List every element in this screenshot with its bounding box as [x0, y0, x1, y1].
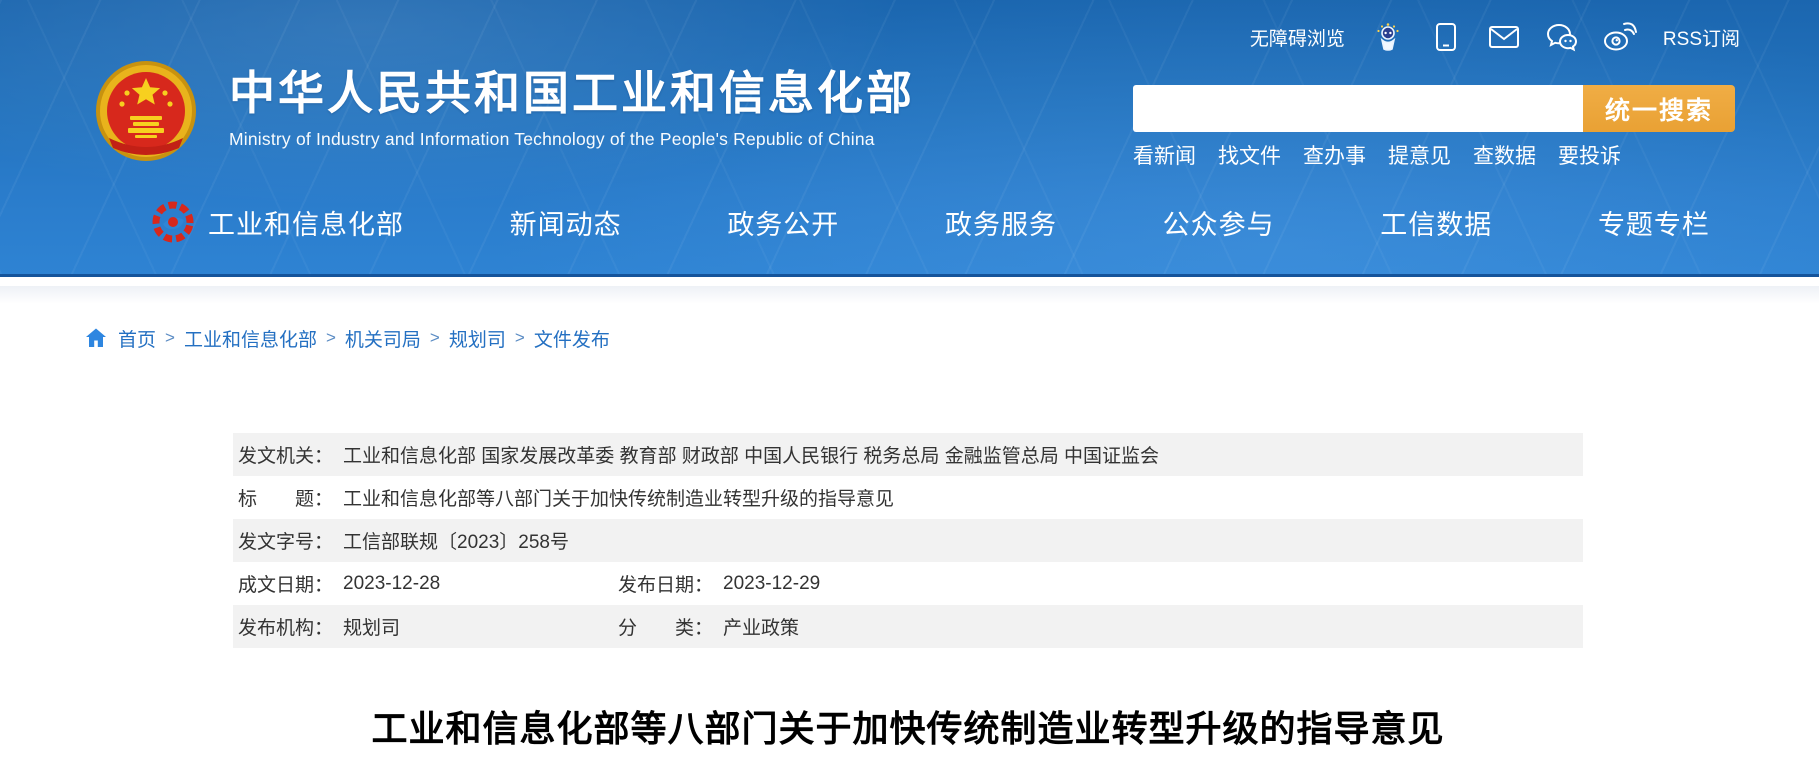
meta-label: 成文日期：: [238, 570, 333, 597]
nav-item-participation[interactable]: 公众参与: [1163, 203, 1275, 242]
breadcrumb-separator: >: [430, 328, 440, 348]
main-nav: 工业和信息化部 新闻动态 政务公开 政务服务 公众参与 工信数据 专题专栏: [0, 192, 1819, 252]
meta-value: 规划司: [343, 613, 400, 640]
breadcrumb-separator: >: [326, 328, 336, 348]
search-input[interactable]: [1133, 85, 1583, 132]
site-logo[interactable]: 中华人民共和国工业和信息化部 Ministry of Industry and …: [95, 60, 915, 162]
meta-label: 发布日期：: [618, 570, 713, 597]
breadcrumb-document-release[interactable]: 文件发布: [534, 325, 610, 352]
breadcrumb: 首页 > 工业和信息化部 > 机关司局 > 规划司 > 文件发布: [85, 318, 610, 358]
meta-value: 工信部联规〔2023〕258号: [343, 527, 569, 554]
mail-icon[interactable]: [1489, 22, 1519, 52]
quick-link-suggest[interactable]: 提意见: [1388, 140, 1451, 170]
meta-label: 发文字号：: [238, 527, 333, 554]
breadcrumb-separator: >: [165, 328, 175, 348]
accessibility-link[interactable]: 无障碍浏览: [1250, 24, 1345, 51]
document-meta-table: 发文机关： 工业和信息化部 国家发展改革委 教育部 财政部 中国人民银行 税务总…: [233, 433, 1583, 648]
nav-item-special[interactable]: 专题专栏: [1598, 203, 1710, 242]
nav-items: 工业和信息化部 新闻动态 政务公开 政务服务 公众参与 工信数据 专题专栏: [208, 203, 1710, 242]
search-button[interactable]: 统一搜索: [1583, 85, 1735, 132]
quick-link-news[interactable]: 看新闻: [1133, 140, 1196, 170]
meta-value: 工业和信息化部等八部门关于加快传统制造业转型升级的指导意见: [343, 484, 894, 511]
rss-link[interactable]: RSS订阅: [1663, 24, 1740, 51]
meta-col2: 发布日期： 2023-12-29: [618, 562, 820, 605]
meta-row-issuing-agencies: 发文机关： 工业和信息化部 国家发展改革委 教育部 财政部 中国人民银行 税务总…: [233, 433, 1583, 476]
breadcrumb-miit[interactable]: 工业和信息化部: [184, 325, 317, 352]
quick-link-complaint[interactable]: 要投诉: [1558, 140, 1621, 170]
meta-row-title: 标 题： 工业和信息化部等八部门关于加快传统制造业转型升级的指导意见: [233, 476, 1583, 519]
mobile-icon[interactable]: [1431, 22, 1461, 52]
nav-item-gov-info[interactable]: 政务公开: [727, 203, 839, 242]
nav-item-miit[interactable]: 工业和信息化部: [208, 203, 404, 242]
meta-row-publisher: 发布机构： 规划司 分 类： 产业政策: [233, 605, 1583, 648]
wechat-icon[interactable]: [1547, 22, 1577, 52]
miit-e-logo-icon: [150, 199, 196, 245]
meta-value: 产业政策: [723, 613, 799, 640]
quick-link-data[interactable]: 查数据: [1473, 140, 1536, 170]
meta-label: 标 题：: [238, 484, 333, 511]
article-title: 工业和信息化部等八部门关于加快传统制造业转型升级的指导意见: [233, 700, 1583, 752]
site-titles: 中华人民共和国工业和信息化部 Ministry of Industry and …: [229, 60, 915, 150]
site-header: 无障碍浏览: [0, 0, 1819, 277]
quick-link-files[interactable]: 找文件: [1218, 140, 1281, 170]
quick-link-services[interactable]: 查办事: [1303, 140, 1366, 170]
breadcrumb-planning-dept[interactable]: 规划司: [449, 325, 506, 352]
breadcrumb-home[interactable]: 首页: [118, 325, 156, 352]
utility-bar: 无障碍浏览: [1250, 18, 1740, 56]
meta-label: 发文机关：: [238, 441, 333, 468]
search-bar: 统一搜索: [1133, 85, 1735, 132]
meta-row-doc-number: 发文字号： 工信部联规〔2023〕258号: [233, 519, 1583, 562]
meta-label: 发布机构：: [238, 613, 333, 640]
page: 无障碍浏览: [0, 0, 1819, 774]
header-shadow: [0, 286, 1819, 304]
quick-links: 看新闻 找文件 查办事 提意见 查数据 要投诉: [1133, 140, 1735, 170]
site-title-cn: 中华人民共和国工业和信息化部: [229, 68, 915, 119]
meta-value: 2023-12-28: [343, 573, 440, 595]
nav-item-gov-services[interactable]: 政务服务: [945, 203, 1057, 242]
site-title-en: Ministry of Industry and Information Tec…: [229, 129, 915, 150]
robot-mascot-icon[interactable]: [1373, 22, 1403, 52]
weibo-icon[interactable]: [1605, 22, 1635, 52]
nav-item-news[interactable]: 新闻动态: [510, 203, 622, 242]
meta-value: 工业和信息化部 国家发展改革委 教育部 财政部 中国人民银行 税务总局 金融监管…: [343, 441, 1159, 468]
breadcrumb-departments[interactable]: 机关司局: [345, 325, 421, 352]
national-emblem-icon: [95, 60, 197, 162]
home-icon[interactable]: [85, 327, 107, 349]
meta-label: 分 类：: [618, 613, 713, 640]
breadcrumb-separator: >: [515, 328, 525, 348]
meta-value: 2023-12-29: [723, 573, 820, 595]
nav-item-data[interactable]: 工信数据: [1380, 203, 1492, 242]
meta-row-dates: 成文日期： 2023-12-28 发布日期： 2023-12-29: [233, 562, 1583, 605]
meta-col2: 分 类： 产业政策: [618, 605, 799, 648]
